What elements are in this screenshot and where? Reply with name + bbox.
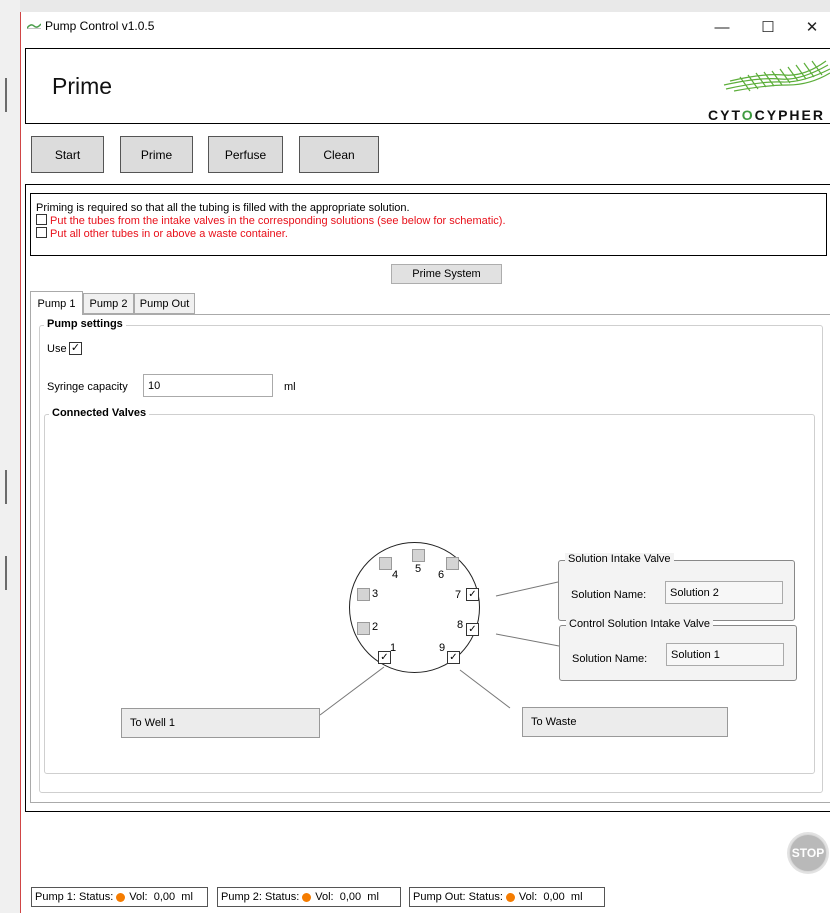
maximize-button[interactable]: ☐ bbox=[747, 12, 789, 42]
pump-1-status: Pump 1: Status: Vol: 0,00 ml bbox=[31, 887, 208, 907]
port-1-checkbox[interactable]: ✓ bbox=[378, 651, 391, 664]
port-7-label: 7 bbox=[455, 589, 462, 601]
control-solution-name-input[interactable] bbox=[666, 643, 784, 666]
syringe-capacity-input[interactable] bbox=[143, 374, 273, 397]
port-8-checkbox[interactable]: ✓ bbox=[466, 623, 479, 636]
use-label: Use bbox=[47, 343, 67, 355]
step-1-label: Put the tubes from the intake valves in … bbox=[50, 215, 506, 227]
port-5-label: 5 bbox=[415, 563, 422, 575]
pump-out-status-label: Pump Out: Status: bbox=[413, 891, 503, 903]
step-1-checkbox[interactable] bbox=[36, 214, 47, 225]
window-title: Pump Control v1.0.5 bbox=[45, 19, 155, 33]
port-4-indicator bbox=[379, 557, 392, 570]
stop-button[interactable]: STOP bbox=[789, 834, 827, 872]
port-2-indicator bbox=[357, 622, 370, 635]
port-6-indicator bbox=[446, 557, 459, 570]
tab-pump-2[interactable]: Pump 2 bbox=[83, 293, 134, 314]
step-2-checkbox[interactable] bbox=[36, 227, 47, 238]
page-header: Prime CYTOCYPHER bbox=[25, 48, 830, 124]
pump-1-status-indicator bbox=[116, 892, 126, 902]
port-3-label: 3 bbox=[372, 588, 379, 600]
port-9-checkbox[interactable]: ✓ bbox=[447, 651, 460, 664]
app-window: Pump Control v1.0.5 — ☐ ✕ Prime CYTOCYPH… bbox=[20, 12, 830, 913]
syringe-capacity-label: Syringe capacity bbox=[47, 381, 128, 393]
pump-out-vol-label: Vol: bbox=[518, 891, 538, 903]
port-8-label: 8 bbox=[457, 619, 464, 631]
prime-panel: Priming is required so that all the tubi… bbox=[25, 184, 830, 812]
port-3-indicator bbox=[357, 588, 370, 601]
tab-pump-out[interactable]: Pump Out bbox=[134, 293, 195, 314]
pump-2-status: Pump 2: Status: Vol: 0,00 ml bbox=[217, 887, 401, 907]
use-checkbox[interactable]: ✓ bbox=[69, 342, 82, 355]
page-title: Prime bbox=[52, 73, 113, 99]
pump-out-vol-unit: ml bbox=[570, 891, 583, 903]
instruction-step-1: Put the tubes from the intake valves in … bbox=[36, 214, 506, 227]
edge-mark bbox=[5, 470, 7, 504]
prime-system-button[interactable]: Prime System bbox=[391, 264, 502, 284]
pump-settings-group: Pump settings Use ✓ Syringe capacity ml … bbox=[39, 318, 823, 793]
instructions-intro: Priming is required so that all the tubi… bbox=[36, 202, 410, 214]
pump-out-status-indicator bbox=[505, 892, 515, 902]
minimize-button[interactable]: — bbox=[701, 12, 743, 42]
step-2-label: Put all other tubes in or above a waste … bbox=[50, 228, 288, 240]
prime-button[interactable]: Prime bbox=[120, 136, 193, 173]
start-button[interactable]: Start bbox=[31, 136, 104, 173]
pump-settings-legend: Pump settings bbox=[44, 318, 126, 330]
solution-intake-group: Solution Intake Valve Solution Name: bbox=[558, 553, 795, 621]
close-button[interactable]: ✕ bbox=[791, 12, 830, 42]
desktop-edge bbox=[0, 0, 20, 913]
solution-intake-legend: Solution Intake Valve bbox=[565, 553, 674, 565]
valve-diagram: 4 5 6 3 7 ✓ 2 8 ✓ 1 ✓ 9 ✓ bbox=[349, 542, 480, 673]
port-2-label: 2 bbox=[372, 621, 379, 633]
solution-name-input[interactable] bbox=[665, 581, 783, 604]
app-icon bbox=[27, 23, 41, 29]
port-6-label: 6 bbox=[438, 569, 445, 581]
pump-2-vol-label: Vol: bbox=[315, 891, 334, 903]
pump-out-status: Pump Out: Status: Vol: 0,00 ml bbox=[409, 887, 605, 907]
pump-2-status-label: Pump 2: Status: bbox=[221, 891, 300, 903]
instruction-step-2: Put all other tubes in or above a waste … bbox=[36, 227, 288, 240]
pump-2-vol-value: 0,00 bbox=[339, 891, 362, 903]
perfuse-button[interactable]: Perfuse bbox=[208, 136, 283, 173]
pump-2-status-indicator bbox=[302, 892, 312, 902]
to-well-box: To Well 1 bbox=[121, 708, 320, 738]
title-bar[interactable]: Pump Control v1.0.5 — ☐ ✕ bbox=[21, 12, 830, 42]
pump-2-vol-unit: ml bbox=[367, 891, 379, 903]
clean-button[interactable]: Clean bbox=[299, 136, 379, 173]
control-intake-legend: Control Solution Intake Valve bbox=[566, 618, 714, 630]
logo-graphic bbox=[723, 60, 830, 92]
logo-wordmark: CYTOCYPHER bbox=[708, 107, 825, 123]
pump-1-status-label: Pump 1: Status: bbox=[35, 891, 114, 903]
pump-1-vol-unit: ml bbox=[181, 891, 193, 903]
edge-mark bbox=[5, 78, 7, 112]
tab-panel-pump-1: Pump settings Use ✓ Syringe capacity ml … bbox=[30, 314, 830, 803]
desktop-strip bbox=[0, 0, 830, 12]
syringe-unit: ml bbox=[284, 381, 296, 393]
tab-pump-1[interactable]: Pump 1 bbox=[30, 291, 83, 315]
port-5-indicator bbox=[412, 549, 425, 562]
to-waste-box: To Waste bbox=[522, 707, 728, 737]
port-9-label: 9 bbox=[439, 642, 446, 654]
pump-out-vol-value: 0,00 bbox=[543, 891, 565, 903]
port-7-checkbox[interactable]: ✓ bbox=[466, 588, 479, 601]
edge-mark bbox=[5, 556, 7, 590]
solution-name-label: Solution Name: bbox=[571, 589, 647, 601]
connected-valves-group: Connected Valves 4 5 6 3 7 ✓ 2 8 ✓ 1 ✓ 9… bbox=[44, 407, 815, 774]
control-solution-name-label: Solution Name: bbox=[572, 653, 648, 665]
port-4-label: 4 bbox=[392, 569, 399, 581]
instructions-box: Priming is required so that all the tubi… bbox=[30, 193, 827, 256]
control-solution-intake-group: Control Solution Intake Valve Solution N… bbox=[559, 618, 797, 681]
pump-1-vol-value: 0,00 bbox=[153, 891, 176, 903]
pump-1-vol-label: Vol: bbox=[129, 891, 148, 903]
